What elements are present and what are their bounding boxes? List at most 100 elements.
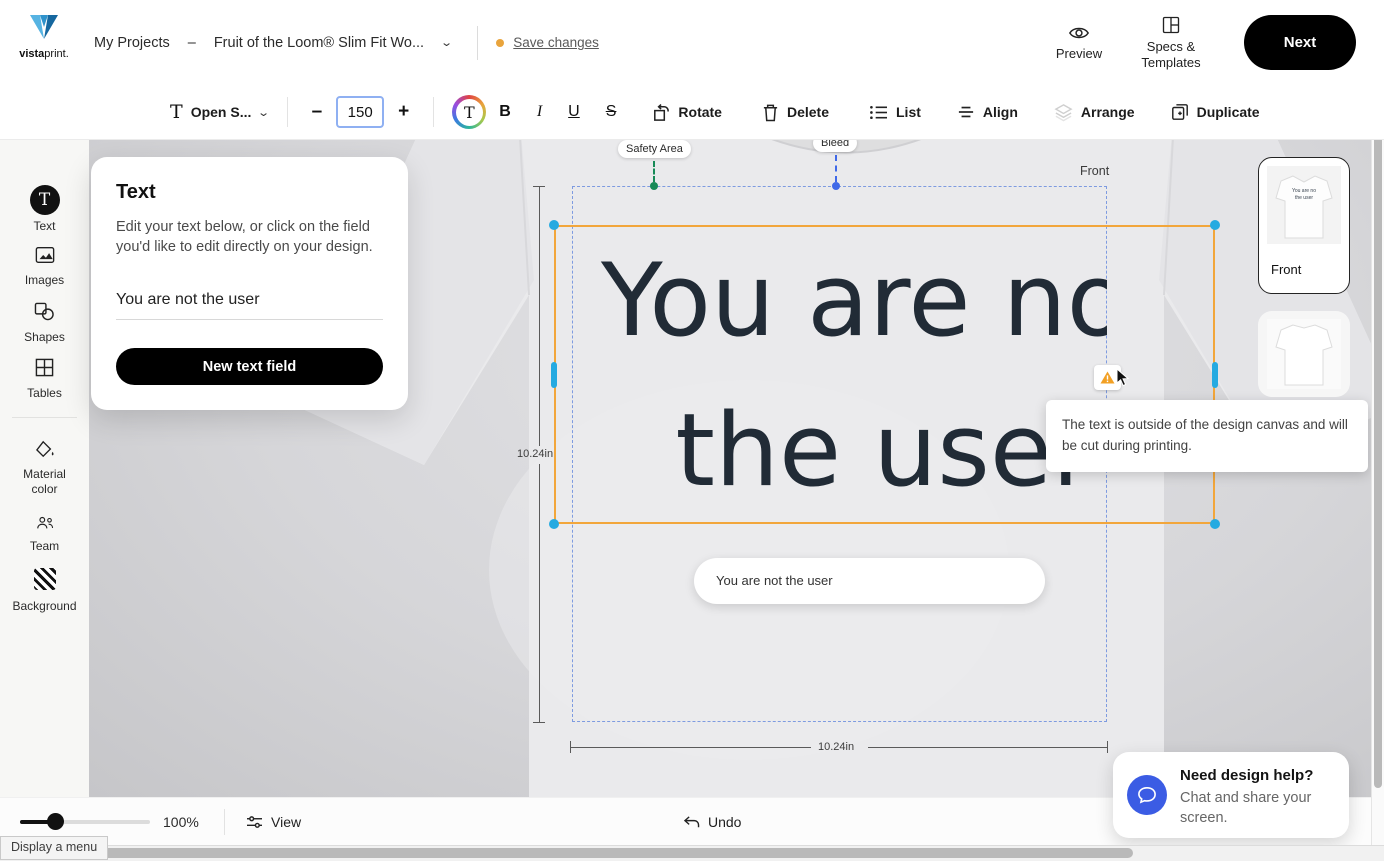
dim-tick-right	[1107, 741, 1108, 753]
undo-button[interactable]: Undo	[683, 810, 741, 834]
zoom-level-value: 100%	[163, 814, 199, 830]
zoom-slider-knob[interactable]	[47, 813, 64, 830]
format-toolbar: T Open S... ⌄ – + T B I U S Rotate Delet	[0, 85, 1384, 140]
italic-button[interactable]: I	[537, 103, 542, 121]
eye-icon	[1068, 24, 1090, 42]
trash-icon	[762, 103, 779, 122]
duplicate-label: Duplicate	[1197, 104, 1260, 120]
front-view-thumbnail[interactable]: You are nothe user Front	[1258, 157, 1350, 294]
view-sliders-icon	[246, 815, 263, 830]
resize-handle-top-left[interactable]	[549, 220, 559, 230]
specs-grid-icon	[1161, 15, 1181, 35]
resize-handle-bottom-right[interactable]	[1210, 519, 1220, 529]
duplicate-icon	[1171, 103, 1189, 121]
vistaprint-logo[interactable]: vistaprint.	[18, 12, 70, 60]
images-icon	[35, 246, 55, 264]
preview-label: Preview	[1056, 46, 1102, 62]
dim-tick-bottom	[533, 722, 545, 723]
back-view-thumbnail[interactable]	[1258, 311, 1350, 397]
background-icon	[34, 568, 56, 590]
font-size-decrease-button[interactable]: –	[306, 101, 329, 123]
sidebar-item-background[interactable]: Background	[0, 568, 89, 614]
sidebar-item-images[interactable]: Images	[0, 246, 89, 288]
font-family-dropdown[interactable]: T Open S... ⌄	[170, 101, 269, 123]
rotate-label: Rotate	[678, 104, 722, 120]
sidebar-item-tables[interactable]: Tables	[0, 358, 89, 401]
resize-handle-top-right[interactable]	[1210, 220, 1220, 230]
canvas-side-label: Front	[1080, 164, 1109, 178]
chat-bubble-icon	[1127, 775, 1167, 815]
font-size-increase-button[interactable]: +	[392, 101, 415, 123]
text-panel-title: Text	[116, 181, 383, 204]
team-icon	[36, 516, 54, 530]
font-family-value: Open S...	[191, 104, 252, 120]
next-button[interactable]: Next	[1244, 15, 1356, 70]
dim-line-vertical-lower	[539, 464, 540, 722]
warning-triangle-icon	[1100, 371, 1115, 384]
underline-button[interactable]: U	[568, 103, 580, 121]
header-actions: Preview Specs &Templates Next	[1046, 0, 1356, 85]
chat-subtitle: Chat and share your screen.	[1180, 788, 1330, 828]
sidebar-item-material-color[interactable]: Material color	[0, 440, 89, 497]
preview-button[interactable]: Preview	[1046, 24, 1112, 62]
left-sidebar: T Text Images Shapes Tables	[0, 140, 89, 797]
width-dimension-label: 10.24in	[818, 741, 854, 753]
text-field-input[interactable]	[116, 285, 383, 320]
top-header: vistaprint. My Projects – Fruit of the L…	[0, 0, 1384, 86]
chat-title: Need design help?	[1180, 767, 1313, 784]
safety-area-dot	[650, 182, 658, 190]
project-name: Fruit of the Loom® Slim Fit Wo...	[214, 35, 424, 51]
bottom-bar-divider	[224, 809, 225, 835]
breadcrumb-my-projects[interactable]: My Projects	[94, 35, 170, 51]
arrange-button[interactable]: Arrange	[1054, 103, 1135, 122]
front-thumbnail-label: Front	[1271, 262, 1301, 277]
view-menu-button[interactable]: View	[246, 810, 301, 834]
bleed-dot	[832, 182, 840, 190]
vistaprint-wordmark: vistaprint.	[18, 48, 70, 60]
horizontal-scrollbar-thumb[interactable]	[2, 848, 1133, 858]
duplicate-button[interactable]: Duplicate	[1171, 103, 1260, 121]
strikethrough-button[interactable]: S	[606, 103, 617, 121]
specs-templates-button[interactable]: Specs &Templates	[1138, 15, 1204, 71]
toolbar-divider	[433, 97, 434, 127]
sidebar-item-text[interactable]: T Text	[0, 185, 89, 234]
delete-button[interactable]: Delete	[762, 103, 829, 122]
front-thumbnail-image: You are nothe user	[1267, 166, 1341, 244]
text-panel: Text Edit your text below, or click on t…	[91, 157, 408, 410]
thumb-text-line2: the user	[1267, 195, 1341, 202]
tables-icon	[35, 358, 54, 377]
breadcrumb-separator: –	[188, 35, 196, 51]
canvas-text-field-pill[interactable]: You are not the user	[694, 558, 1045, 604]
safety-area-tag: Safety Area	[618, 140, 691, 158]
list-button[interactable]: List	[869, 104, 921, 121]
browser-status-tooltip: Display a menu	[0, 836, 108, 860]
new-text-field-button[interactable]: New text field	[116, 348, 383, 385]
mouse-cursor	[1116, 368, 1130, 393]
bold-button[interactable]: B	[499, 103, 511, 121]
save-changes[interactable]: Save changes	[496, 35, 599, 50]
rotate-button[interactable]: Rotate	[651, 103, 722, 122]
undo-label: Undo	[708, 814, 741, 830]
font-chevron-down-icon: ⌄	[258, 106, 271, 119]
sidebar-item-shapes[interactable]: Shapes	[0, 302, 89, 345]
shapes-icon	[34, 302, 55, 321]
toolbar-divider	[287, 97, 288, 127]
arrange-label: Arrange	[1081, 104, 1135, 120]
font-size-input[interactable]	[336, 96, 384, 128]
material-color-icon	[35, 440, 55, 458]
view-label: View	[271, 814, 301, 830]
resize-handle-bottom-left[interactable]	[549, 519, 559, 529]
text-color-t-icon: T	[456, 99, 483, 126]
project-chevron-down-icon[interactable]: ⌄	[440, 36, 453, 49]
align-button[interactable]: Align	[957, 104, 1018, 120]
help-chat-card[interactable]: Need design help? Chat and share your sc…	[1113, 752, 1349, 838]
header-divider	[477, 26, 478, 60]
sidebar-divider	[12, 417, 77, 418]
resize-handle-middle-left[interactable]	[551, 362, 557, 388]
resize-handle-middle-right[interactable]	[1212, 362, 1218, 388]
dim-line-horizontal-left	[571, 747, 811, 748]
sidebar-item-team[interactable]: Team	[0, 516, 89, 554]
text-color-button[interactable]: T	[452, 95, 486, 129]
align-label: Align	[983, 104, 1018, 120]
save-changes-link[interactable]: Save changes	[513, 35, 599, 50]
